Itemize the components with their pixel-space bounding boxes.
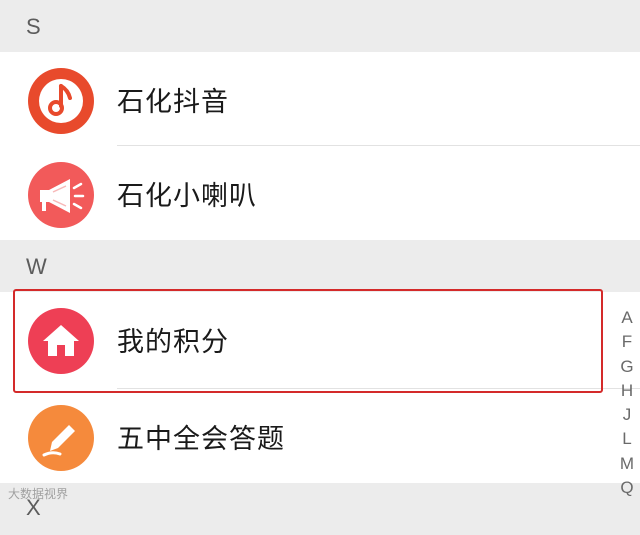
section-header-x: X bbox=[0, 483, 640, 535]
pencil-icon bbox=[28, 405, 94, 471]
item-label: 石化小喇叭 bbox=[117, 181, 257, 212]
music-note-icon bbox=[28, 68, 94, 134]
index-letter-j[interactable]: J bbox=[616, 403, 638, 427]
watermark: 大数据视界 bbox=[8, 485, 68, 502]
alphabet-index-bar[interactable]: A F G H J L M Q bbox=[616, 306, 638, 500]
item-label: 石化抖音 bbox=[117, 87, 229, 118]
section-letter: W bbox=[26, 254, 47, 279]
index-letter-f[interactable]: F bbox=[616, 330, 638, 354]
section-letter: S bbox=[26, 14, 41, 39]
index-letter-g[interactable]: G bbox=[616, 355, 638, 379]
index-letter-l[interactable]: L bbox=[616, 427, 638, 451]
index-letter-q[interactable]: Q bbox=[616, 476, 638, 500]
section-header-s: S bbox=[0, 0, 640, 52]
highlight-box bbox=[13, 289, 603, 393]
index-letter-m[interactable]: M bbox=[616, 452, 638, 476]
list-item-quiz[interactable]: 五中全会答题 bbox=[0, 389, 640, 482]
list-item-shihua-douyin[interactable]: 石化抖音 bbox=[0, 52, 640, 145]
list-item-shihua-laba[interactable]: 石化小喇叭 bbox=[0, 146, 640, 239]
index-letter-a[interactable]: A bbox=[616, 306, 638, 330]
item-label: 五中全会答题 bbox=[117, 424, 285, 455]
megaphone-icon bbox=[28, 162, 94, 228]
watermark-text: 大数据视界 bbox=[8, 487, 69, 501]
section-header-w: W bbox=[0, 240, 640, 292]
index-letter-h[interactable]: H bbox=[616, 379, 638, 403]
